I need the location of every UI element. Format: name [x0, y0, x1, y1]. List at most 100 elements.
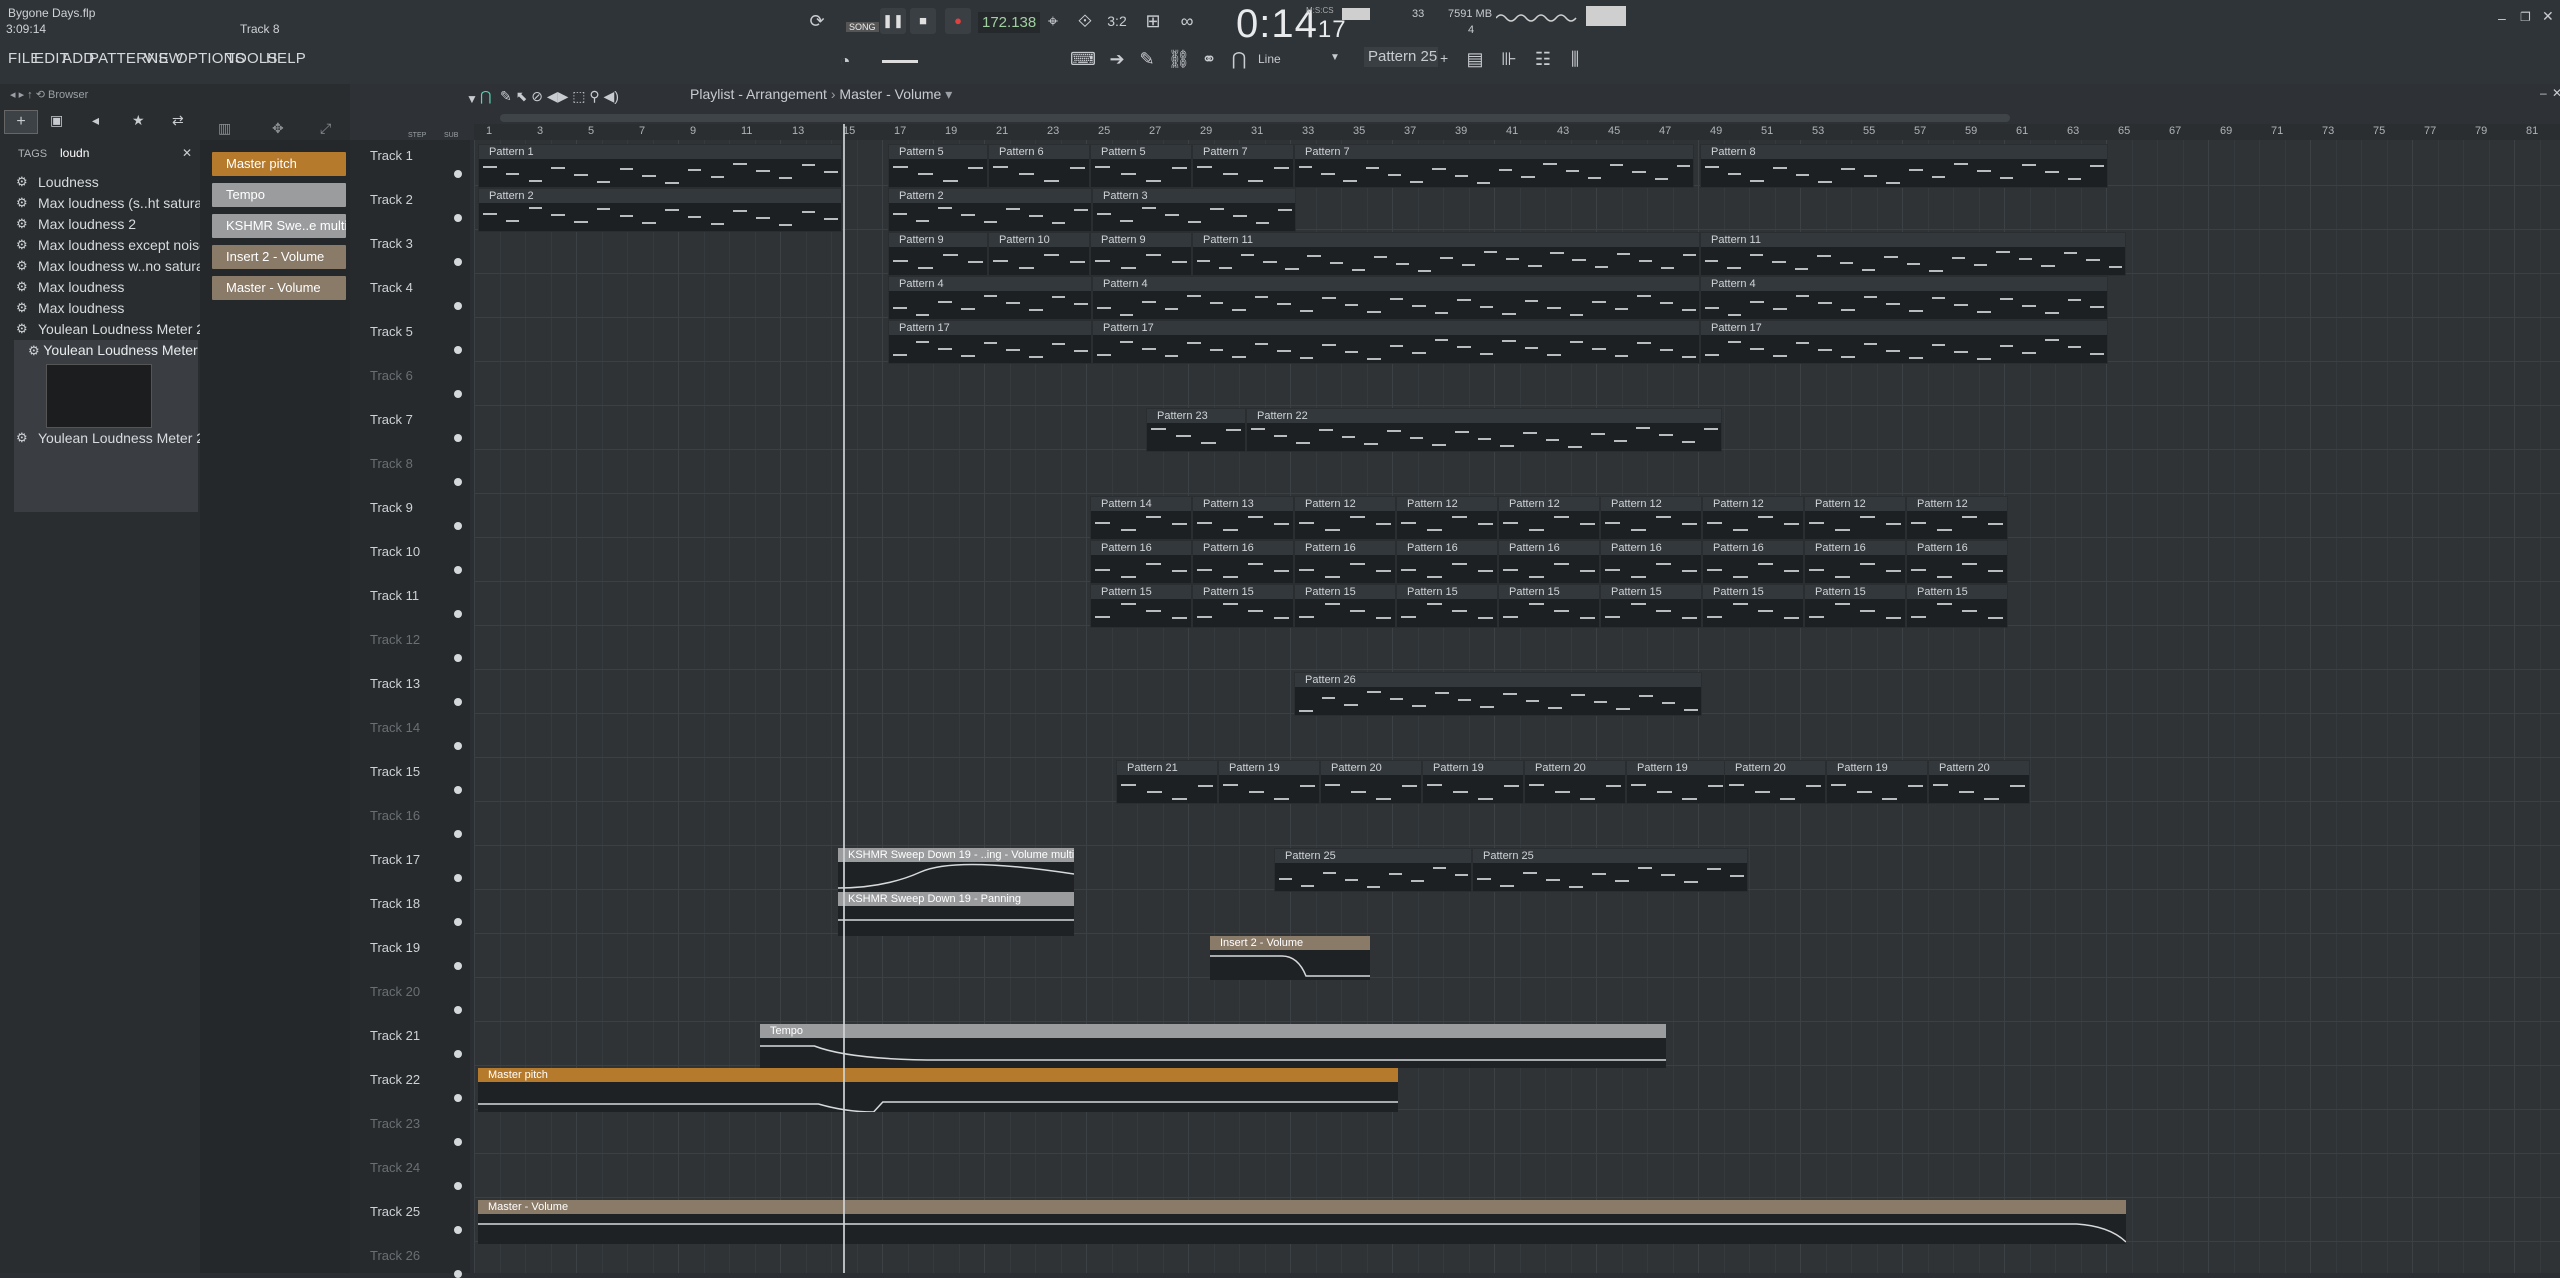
automation-clip[interactable]: Master pitch: [478, 1068, 1398, 1112]
piano-roll-icon[interactable]: ⊪: [1496, 46, 1522, 72]
channel-insert2-volume[interactable]: Insert 2 - Volume: [212, 245, 346, 269]
track-label[interactable]: Track 22: [370, 1072, 420, 1087]
snap-select[interactable]: Line: [1258, 52, 1281, 66]
metronome-icon[interactable]: ⌖: [1040, 8, 1066, 34]
play-button[interactable]: ❚❚: [880, 8, 906, 34]
browser-files-icon[interactable]: ▣: [50, 112, 63, 129]
pattern-clip[interactable]: Pattern 15: [1192, 584, 1294, 628]
track-label[interactable]: Track 25: [370, 1204, 420, 1219]
song-mode-badge[interactable]: SONG: [846, 22, 879, 32]
record-button[interactable]: ●: [945, 8, 971, 34]
track-label[interactable]: Track 21: [370, 1028, 420, 1043]
track-label[interactable]: Track 1: [370, 148, 413, 163]
browser-search-input[interactable]: loudn: [60, 146, 89, 160]
pattern-clip[interactable]: Pattern 12: [1294, 496, 1396, 540]
track-mute-led[interactable]: [454, 302, 462, 310]
pattern-clip[interactable]: Pattern 19: [1626, 760, 1728, 804]
browser-item[interactable]: ⚙ Max loudness 2: [16, 216, 136, 232]
browser-item-selected[interactable]: ⚙ Youlean Loudness Meter 2: [14, 340, 209, 512]
channel-master-pitch[interactable]: Master pitch: [212, 152, 346, 176]
track-label[interactable]: Track 15: [370, 764, 420, 779]
track-mute-led[interactable]: [454, 1094, 462, 1102]
browser-item[interactable]: ⚙ Max loudness (s..ht saturation): [16, 195, 229, 211]
track-label[interactable]: Track 3: [370, 236, 413, 251]
pattern-clip[interactable]: Pattern 16: [1294, 540, 1396, 584]
automation-clip[interactable]: Tempo: [760, 1024, 1666, 1068]
track-mute-led[interactable]: [454, 742, 462, 750]
track-mute-led[interactable]: [454, 214, 462, 222]
mixer-icon[interactable]: ⫼: [1562, 46, 1588, 72]
pattern-clip[interactable]: Pattern 15: [1906, 584, 2008, 628]
track-label[interactable]: Track 5: [370, 324, 413, 339]
clear-search-icon[interactable]: ✕: [182, 146, 192, 160]
track-label[interactable]: Track 9: [370, 500, 413, 515]
playlist-icon[interactable]: ▤: [1462, 46, 1488, 72]
automation-clip[interactable]: Master - Volume: [478, 1200, 2126, 1244]
drum-icon[interactable]: ✥: [272, 120, 284, 137]
pattern-clip[interactable]: Pattern 16: [1906, 540, 2008, 584]
pattern-clip[interactable]: Pattern 12: [1600, 496, 1702, 540]
channel-master-volume[interactable]: Master - Volume: [212, 276, 346, 300]
track-label[interactable]: Track 24: [370, 1160, 420, 1175]
track-label[interactable]: Track 11: [370, 588, 419, 603]
pattern-clip[interactable]: Pattern 16: [1396, 540, 1498, 584]
pattern-clip[interactable]: Pattern 23: [1146, 408, 1246, 452]
browser-all-tab[interactable]: +: [4, 110, 38, 134]
track-label[interactable]: Track 6: [370, 368, 413, 383]
pattern-clip[interactable]: Pattern 4: [1092, 276, 1700, 320]
pattern-clip[interactable]: Pattern 21: [1116, 760, 1218, 804]
track-label[interactable]: Track 16: [370, 808, 420, 823]
track-mute-led[interactable]: [454, 786, 462, 794]
channel-kshmr[interactable]: KSHMR Swe..e multiplier: [212, 214, 346, 238]
track-mute-led[interactable]: [454, 654, 462, 662]
pattern-clip[interactable]: Pattern 19: [1218, 760, 1320, 804]
playlist-target[interactable]: Master - Volume: [839, 86, 941, 102]
track-label[interactable]: Track 13: [370, 676, 420, 691]
pattern-clip[interactable]: Pattern 1: [478, 144, 842, 188]
pattern-clip[interactable]: Pattern 17: [888, 320, 1092, 364]
browser-plugins-icon[interactable]: ◂: [92, 112, 99, 129]
typing-keyboard-icon[interactable]: ⌨: [1070, 46, 1096, 72]
loop-record-icon[interactable]: ∞: [1174, 8, 1200, 34]
track-label[interactable]: Track 7: [370, 412, 413, 427]
browser-item[interactable]: ⚙ Loudness: [16, 174, 99, 190]
track-label[interactable]: Track 26: [370, 1248, 420, 1263]
pattern-clip[interactable]: Pattern 16: [1498, 540, 1600, 584]
pattern-selector[interactable]: Pattern 25: [1364, 47, 1438, 67]
timeline-ruler[interactable]: 1 3 5 7 9 11 13 15 17 19 21 23 25 27 29 31 33 35 37 39 41 43 4…: [474, 124, 2560, 140]
pattern-clip[interactable]: Pattern 12: [1702, 496, 1804, 540]
stop-button[interactable]: ■: [910, 8, 936, 34]
track-mute-led[interactable]: [454, 874, 462, 882]
pattern-clip[interactable]: Pattern 2: [478, 188, 842, 232]
pattern-clip[interactable]: Pattern 16: [1090, 540, 1192, 584]
pattern-clip[interactable]: Pattern 25: [1274, 848, 1472, 892]
pattern-clip[interactable]: Pattern 14: [1090, 496, 1192, 540]
piano-icon[interactable]: ▥: [218, 120, 231, 137]
snap-dropdown-icon[interactable]: ▼: [1330, 52, 1340, 63]
playhead[interactable]: [843, 124, 845, 1273]
pattern-clip[interactable]: Pattern 22: [1246, 408, 1722, 452]
restore-icon[interactable]: ❐: [2520, 10, 2531, 24]
playlist-close-icon[interactable]: ✕: [2552, 86, 2560, 100]
automation-clip[interactable]: KSHMR Sweep Down 19 - ..ing - Volume mul…: [838, 848, 1074, 892]
pattern-clip[interactable]: Pattern 5: [1090, 144, 1192, 188]
pattern-clip[interactable]: Pattern 16: [1702, 540, 1804, 584]
automation-clip[interactable]: KSHMR Sweep Down 19 - Panning: [838, 892, 1074, 936]
pattern-clip[interactable]: Pattern 15: [1396, 584, 1498, 628]
pattern-clip[interactable]: Pattern 16: [1600, 540, 1702, 584]
step-edit-icon[interactable]: ⊞: [1140, 8, 1166, 34]
pattern-clip[interactable]: Pattern 12: [1396, 496, 1498, 540]
link-icon[interactable]: ⚭: [1196, 46, 1222, 72]
add-pattern-button[interactable]: +: [1440, 50, 1448, 66]
track-mute-led[interactable]: [454, 170, 462, 178]
pattern-clip[interactable]: Pattern 3: [1092, 188, 1296, 232]
pattern-clip[interactable]: Pattern 8: [1700, 144, 2108, 188]
browser-item[interactable]: ⚙ Max loudness except noise: [16, 237, 207, 253]
pattern-clip[interactable]: Pattern 15: [1804, 584, 1906, 628]
pattern-clip[interactable]: Pattern 10: [988, 232, 1090, 276]
pattern-clip[interactable]: Pattern 20: [1524, 760, 1626, 804]
track-mute-led[interactable]: [454, 698, 462, 706]
browser-item[interactable]: ⚙ Max loudness: [16, 279, 124, 295]
track-label[interactable]: Track 4: [370, 280, 413, 295]
track-mute-led[interactable]: [454, 434, 462, 442]
